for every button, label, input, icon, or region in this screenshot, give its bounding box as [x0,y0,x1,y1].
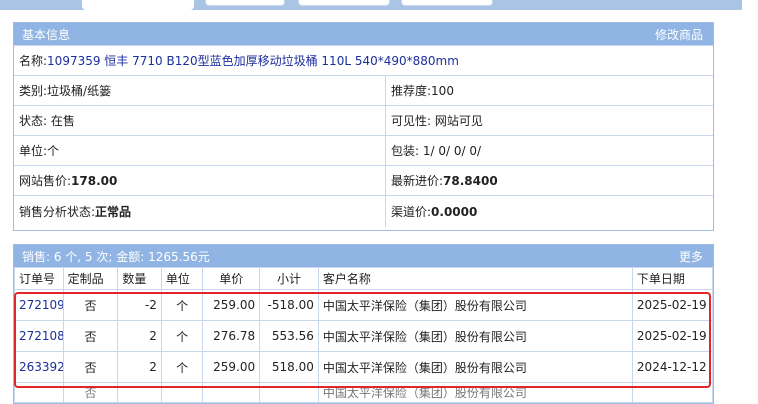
name-label: 名称: [19,54,48,68]
unit-cell: 个 [160,320,204,352]
recommend-label: 推荐度: [391,84,432,98]
col-customer: 客户名称 [317,267,633,290]
col-order: 订单号 [14,267,64,290]
price-cell: 259.00 [202,351,261,383]
qty-cell: -2 [117,289,162,321]
info-row-name: 名称: 1097359 恒丰 7710 B120型蓝色加厚移动垃圾桶 110L … [14,45,713,75]
subtotal-cell [259,382,319,403]
order-link[interactable]: 272108 [19,329,62,343]
latest-cost-label: 最新进价: [391,174,444,188]
table-row: 272108 否 2 个 276.78 553.56 中国太平洋保险（集团）股份… [14,320,714,352]
latest-cost-value: 78.8400 [443,173,498,188]
sales-status-label: 销售分析状态: [19,205,96,219]
custom-cell: 否 [62,289,119,321]
category-value: 垃圾桶/纸篓 [47,84,112,98]
table-row: 否 中国太平洋保险（集团）股份有限公司 [14,382,714,403]
qty-cell: 2 [117,320,162,352]
sales-panel: 销售: 6 个, 5 次; 金额: 1265.56元 更多 订单号 定制品 数量… [13,244,714,404]
web-price-value: 178.00 [71,173,118,188]
sales-table: 订单号 定制品 数量 单位 单价 小计 客户名称 下单日期 272109 否 -… [14,267,714,403]
packing-value: 1/ 0/ 0/ 0/ [422,143,482,158]
date-cell: 2024-12-12 [631,351,714,383]
channel-price-label: 渠道价: [391,205,432,219]
col-custom: 定制品 [62,267,119,290]
table-row: 272109 否 -2 个 259.00 -518.00 中国太平洋保险（集团）… [14,289,714,321]
recommend-value: 100 [431,83,454,98]
col-unit: 单位 [160,267,204,290]
customer-cell: 中国太平洋保险（集团）股份有限公司 [317,289,633,321]
col-date: 下单日期 [631,267,714,290]
product-name: 1097359 恒丰 7710 B120型蓝色加厚移动垃圾桶 110L 540*… [47,54,459,68]
top-tab-strip [0,0,758,10]
customer-cell: 中国太平洋保险（集团）股份有限公司 [317,351,633,383]
info-row-sales-status: 销售分析状态: 正常品 渠道价: 0.0000 [14,195,713,227]
edit-product-link[interactable]: 修改商品 [655,26,703,43]
unit-cell [160,382,204,403]
unit-value: 个 [47,144,60,158]
date-cell: 2025-02-19 [631,320,714,352]
visibility-value: 网站可见 [434,114,483,128]
date-cell: 2025-02-19 [631,289,714,321]
price-cell: 276.78 [202,320,261,352]
subtotal-cell: -518.00 [259,289,319,321]
sales-header: 销售: 6 个, 5 次; 金额: 1265.56元 更多 [14,245,713,267]
customer-cell: 中国太平洋保险（集团）股份有限公司 [317,382,633,403]
col-qty: 数量 [117,267,162,290]
customer-cell: 中国太平洋保险（集团）股份有限公司 [317,320,633,352]
qty-cell [117,382,162,403]
order-link[interactable]: 263392 [19,360,62,374]
col-price: 单价 [202,267,261,290]
tab-2[interactable] [205,0,285,6]
info-row-status: 状态: 在售 可见性: 网站可见 [14,105,713,135]
subtotal-cell: 518.00 [259,351,319,383]
tab-3[interactable] [298,0,390,6]
unit-label: 单位: [19,144,48,158]
visibility-label: 可见性: [391,114,432,128]
sales-status-value: 正常品 [95,205,132,219]
more-link[interactable]: 更多 [679,248,703,265]
sales-summary: 销售: 6 个, 5 次; 金额: 1265.56元 [22,249,210,264]
col-subtotal: 小计 [259,267,319,290]
basic-info-panel: 基本信息 修改商品 名称: 1097359 恒丰 7710 B120型蓝色加厚移… [13,22,714,231]
order-link[interactable]: 272109 [19,298,62,312]
sales-table-header: 订单号 定制品 数量 单位 单价 小计 客户名称 下单日期 [14,267,714,290]
basic-info-title: 基本信息 [22,27,71,42]
custom-cell: 否 [62,382,119,403]
custom-cell: 否 [62,320,119,352]
price-cell [202,382,261,403]
tab-4[interactable] [401,0,493,6]
subtotal-cell: 553.56 [259,320,319,352]
status-value: 在售 [50,114,75,128]
basic-info-header: 基本信息 修改商品 [14,23,713,45]
info-row-price: 网站售价: 178.00 最新进价: 78.8400 [14,165,713,195]
tab-active[interactable] [82,0,194,10]
info-row-category: 类别: 垃圾桶/纸篓 推荐度: 100 [14,75,713,105]
web-price-label: 网站售价: [19,174,72,188]
status-label: 状态: [19,114,48,128]
unit-cell: 个 [160,289,204,321]
channel-price-value: 0.0000 [431,204,478,219]
info-row-unit: 单位: 个 包装: 1/ 0/ 0/ 0/ [14,135,713,165]
date-cell [631,382,714,403]
price-cell: 259.00 [202,289,261,321]
custom-cell: 否 [62,351,119,383]
qty-cell: 2 [117,351,162,383]
table-row: 263392 否 2 个 259.00 518.00 中国太平洋保险（集团）股份… [14,351,714,383]
packing-label: 包装: [391,144,420,158]
unit-cell: 个 [160,351,204,383]
category-label: 类别: [19,84,48,98]
